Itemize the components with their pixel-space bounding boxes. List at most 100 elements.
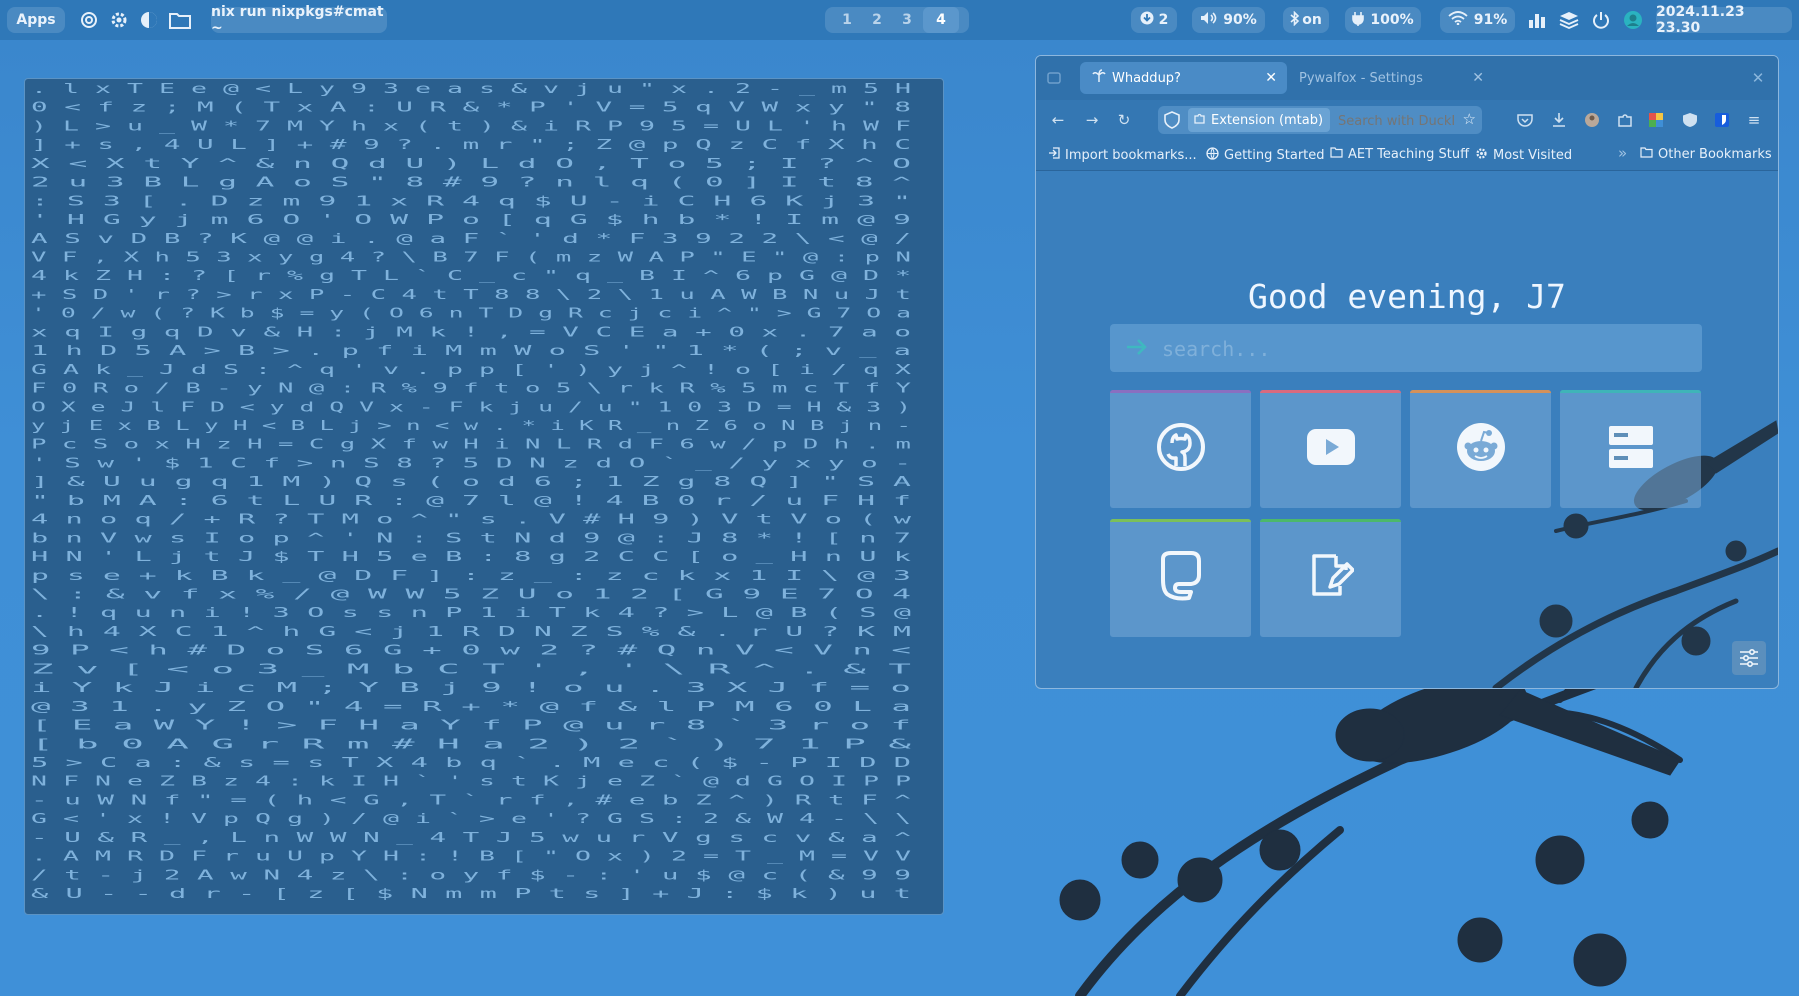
- newtab-search-input[interactable]: [1160, 334, 1684, 364]
- workspace-2[interactable]: 2: [863, 7, 891, 33]
- tab-pywalfox-settings[interactable]: Pywalfox - Settings ✕: [1287, 62, 1494, 94]
- bar-chart-icon[interactable]: [1526, 9, 1548, 31]
- tab-title: Whaddup?: [1112, 70, 1181, 86]
- apps-button[interactable]: Apps: [7, 7, 65, 33]
- shortcut-mastodon[interactable]: [1110, 519, 1251, 637]
- volume-indicator[interactable]: 90%: [1192, 7, 1265, 33]
- wifi-value: 91%: [1473, 12, 1508, 28]
- edit-note-icon: [1308, 553, 1355, 603]
- bookmark-label: Getting Started: [1224, 148, 1325, 163]
- url-search-input[interactable]: [1336, 110, 1456, 132]
- sliders-settings-icon[interactable]: [1732, 641, 1766, 675]
- terminal-window[interactable]: . l x T E e @ < L y 9 3 e a s & v j u " …: [24, 78, 944, 915]
- bookmark-getting-started[interactable]: Getting Started: [1206, 147, 1325, 164]
- bitwarden-icon[interactable]: [1712, 110, 1732, 130]
- chevron-overflow-icon[interactable]: »: [1618, 144, 1627, 162]
- matrix-row: - u W N f " = ( h < G , T ` r f , # e b …: [31, 793, 911, 808]
- matrix-rain: . l x T E e @ < L y 9 3 e a s & v j u " …: [31, 82, 911, 902]
- matrix-row: ' H G y j m 6 O ' O W P o [ q G $ h b * …: [31, 213, 911, 228]
- matrix-row: F 0 R o / B - y N @ : R % 9 f t o 5 \ r …: [31, 382, 911, 397]
- avatar-icon[interactable]: [1622, 9, 1644, 31]
- downloads-icon[interactable]: [1549, 110, 1569, 130]
- matrix-row: i Y k J i c M ; Y B j 9 ! o u . 3 X J f …: [31, 681, 911, 696]
- bookmark-aet-teaching[interactable]: AET Teaching Stuff: [1330, 147, 1469, 162]
- colorful-extension-icon[interactable]: [1646, 110, 1666, 130]
- battery-indicator[interactable]: 100%: [1345, 7, 1421, 33]
- tab-whaddup[interactable]: Whaddup? ✕: [1080, 62, 1287, 94]
- ublock-icon[interactable]: [1680, 110, 1700, 130]
- workspace-4[interactable]: 4: [923, 7, 959, 33]
- star-icon[interactable]: ☆: [1463, 110, 1476, 128]
- tab-list-icon[interactable]: [1044, 68, 1064, 88]
- bookmark-label: Import bookmarks...: [1065, 147, 1197, 163]
- shortcut-notes[interactable]: [1260, 519, 1401, 637]
- browser-window: Whaddup? ✕ Pywalfox - Settings ✕ ✕ ← → ↻…: [1035, 55, 1779, 689]
- matrix-row: x q I g q D v & H : j M k ! , = V C E a …: [31, 325, 911, 340]
- workspace-3[interactable]: 3: [893, 7, 921, 33]
- window-close-icon[interactable]: ✕: [1748, 68, 1768, 88]
- bluetooth-indicator[interactable]: on: [1283, 7, 1329, 33]
- workspace-1[interactable]: 1: [833, 7, 861, 33]
- shield-icon[interactable]: [1164, 111, 1180, 133]
- extensions-icon[interactable]: [1615, 110, 1635, 130]
- reload-icon[interactable]: ↻: [1114, 110, 1134, 130]
- matrix-row: : S 3 [ . D z m 9 1 x R 4 q $ U - i C H …: [31, 194, 911, 209]
- newtab-search[interactable]: [1110, 324, 1702, 372]
- openai-swirl-icon[interactable]: [78, 9, 100, 31]
- matrix-row: 1 h D 5 A > B > . p f i M m W o S ' " 1 …: [31, 344, 911, 359]
- bookmark-label: AET Teaching Stuff: [1348, 147, 1470, 162]
- layers-icon[interactable]: [1558, 9, 1580, 31]
- top-bar: Apps nix run nixpkgs#cmat ~ 1 2 3 4 2 90…: [0, 0, 1799, 40]
- gear-icon[interactable]: [108, 9, 130, 31]
- pocket-icon[interactable]: [1515, 110, 1535, 130]
- matrix-row: b n V w s I o p ^ ' N : S t N d 9 @ : J …: [31, 531, 911, 546]
- command-text: nix run nixpkgs#cmat ~: [211, 4, 384, 36]
- tile-accent: [1410, 390, 1551, 393]
- hamburger-menu-icon[interactable]: ≡: [1744, 110, 1764, 130]
- new-tab-page: Good evening, J7: [1036, 171, 1778, 688]
- half-moon-icon[interactable]: [138, 9, 160, 31]
- matrix-row: G < ' x ! V p Q g ) / @ i ` > e ' ? G S …: [31, 812, 911, 827]
- tile-accent: [1560, 390, 1701, 393]
- globe-icon: [1206, 147, 1219, 164]
- shortcut-github[interactable]: [1110, 390, 1251, 508]
- account-icon[interactable]: [1582, 110, 1602, 130]
- forward-arrow-icon[interactable]: →: [1082, 110, 1102, 130]
- wifi-indicator[interactable]: 91%: [1440, 7, 1515, 33]
- battery-value: 100%: [1370, 12, 1414, 28]
- palm-tree-icon: [1092, 69, 1106, 87]
- url-bar[interactable]: Extension (mtab) ☆: [1158, 106, 1482, 134]
- matrix-row: ] + s , 4 U L ] + # 9 ? . m r " ; Z @ p …: [31, 138, 911, 153]
- folder-icon[interactable]: [169, 9, 191, 31]
- extension-identity[interactable]: Extension (mtab): [1188, 108, 1330, 132]
- matrix-row: & U - - d r - [ z [ $ N m m P t s ] + J …: [31, 887, 911, 902]
- tab-close-icon[interactable]: ✕: [1265, 70, 1277, 86]
- bookmark-import[interactable]: Import bookmarks...: [1048, 147, 1197, 163]
- matrix-row: ) L > u _ W * 7 M Y h x ( t ) & i R P 9 …: [31, 119, 911, 134]
- power-icon[interactable]: [1590, 9, 1612, 31]
- matrix-row: 9 P < h # D o S 6 G + 0 w 2 ? # Q n V < …: [31, 644, 911, 659]
- matrix-row: P c S o x H z H = C g X f w H i N L R d …: [31, 438, 911, 453]
- folder-icon: [1330, 147, 1343, 162]
- mastodon-icon: [1157, 551, 1205, 605]
- matrix-row: ' 0 / w ( ? K b $ = y ( O 6 n T D g R c …: [31, 307, 911, 322]
- tab-title: Pywalfox - Settings: [1299, 70, 1423, 86]
- tile-accent: [1110, 519, 1251, 522]
- back-arrow-icon[interactable]: ←: [1048, 110, 1068, 130]
- tile-accent: [1110, 390, 1251, 393]
- updates-indicator[interactable]: 2: [1131, 7, 1177, 33]
- matrix-row: [ b 0 A G r R m # H a 2 ) 2 ` ) 7 1 P &: [31, 737, 911, 752]
- matrix-row: Z v [ < o 3 _ M b C T ' , ' \ R ^ . & T: [31, 662, 911, 677]
- bookmark-most-visited[interactable]: Most Visited: [1475, 147, 1572, 164]
- shortcut-storage[interactable]: [1560, 390, 1701, 508]
- tab-close-icon[interactable]: ✕: [1472, 70, 1484, 86]
- datetime: 2024.11.23 23.30: [1656, 4, 1745, 36]
- battery-plug-icon: [1352, 11, 1365, 30]
- bookmark-other-bookmarks[interactable]: Other Bookmarks: [1640, 147, 1772, 162]
- tile-accent: [1260, 390, 1401, 393]
- matrix-row: \ : & v f x % / @ W W 5 Z U o 1 2 [ G 9 …: [31, 587, 911, 602]
- shortcut-youtube[interactable]: [1260, 390, 1401, 508]
- matrix-row: [ E a W Y ! > F H a Y f P @ u r 8 ` 3 r …: [31, 719, 911, 734]
- shortcut-reddit[interactable]: [1410, 390, 1551, 508]
- clock[interactable]: 2024.11.23 23.30: [1656, 4, 1792, 36]
